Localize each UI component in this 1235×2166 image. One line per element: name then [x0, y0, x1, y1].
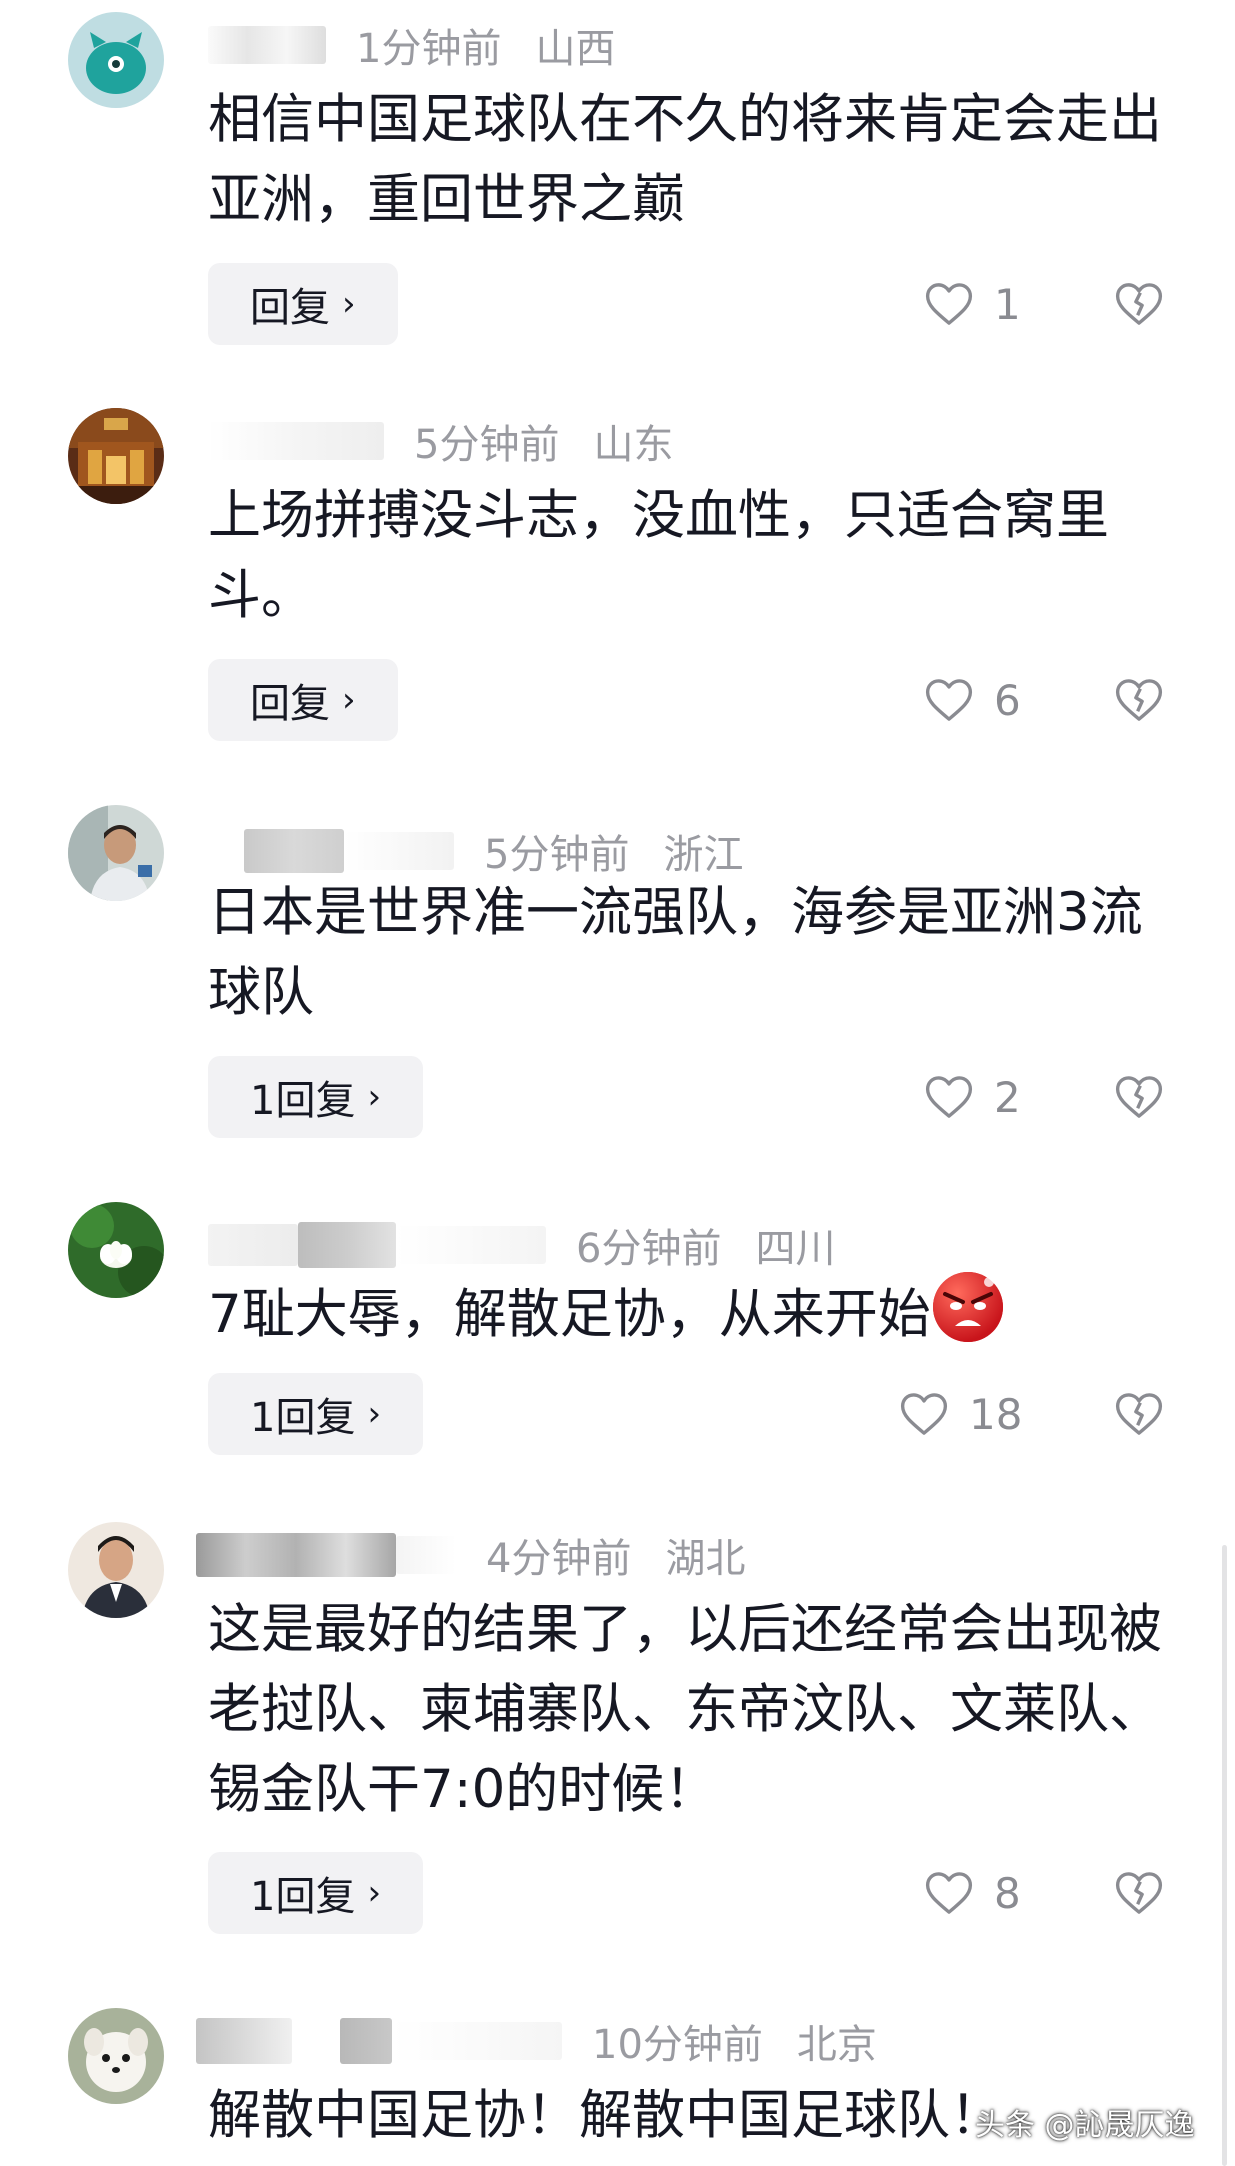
like-button[interactable]: 18 [897, 1387, 1022, 1441]
comment-text: 相信中国足球队在不久的将来肯定会走出亚洲，重回世界之巅 [208, 89, 1162, 230]
blurred-username[interactable] [208, 1224, 298, 1266]
comment-meta: 10分钟前 北京 [196, 2012, 877, 2070]
chevron-right-icon: › [367, 1873, 382, 1913]
reply-button[interactable]: 回复 › [208, 263, 398, 345]
like-button[interactable]: 1 [922, 277, 1021, 331]
comment-meta: 5分钟前 山东 [208, 412, 673, 470]
teal-monster-avatar[interactable] [68, 12, 164, 108]
comment-time: 1分钟前 [356, 26, 502, 72]
comment-region: 山东 [593, 422, 674, 468]
comment-time: 4分钟前 [486, 1536, 632, 1582]
reply-label: 1回复 [250, 1078, 356, 1124]
dislike-button[interactable] [1112, 1866, 1166, 1920]
dislike-button[interactable] [1112, 673, 1166, 727]
heart-outline-icon [925, 1076, 973, 1118]
comment-text: 上场拼搏没斗志，没血性，只适合窝里斗。 [208, 485, 1109, 626]
comment-region: 浙江 [663, 832, 744, 878]
chevron-right-icon: › [367, 1394, 382, 1434]
heart-outline-icon [925, 679, 973, 721]
like-count: 8 [994, 1868, 1021, 1918]
reply-label: 1回复 [250, 1395, 356, 1441]
comment-meta: 1分钟前 山西 [208, 16, 615, 74]
comment-text: 这是最好的结果了，以后还经常会出现被老挝队、柬埔寨队、东帝汶队、文莱队、锡金队干… [208, 1599, 1162, 1820]
watermark: 头条 @訫晟仄逸 [975, 2108, 1195, 2143]
blurred-username[interactable] [196, 2018, 292, 2064]
broken-heart-icon [1115, 1393, 1163, 1435]
blurred-username[interactable] [208, 422, 384, 460]
like-count: 2 [994, 1072, 1021, 1122]
comment-region: 北京 [796, 2022, 877, 2068]
dislike-button[interactable] [1112, 1070, 1166, 1124]
reply-label: 1回复 [250, 1874, 356, 1920]
reply-label: 回复 [250, 681, 330, 727]
like-count: 6 [994, 675, 1021, 725]
comment-region: 山西 [535, 26, 616, 72]
broken-heart-icon [1115, 1076, 1163, 1118]
comment-text-content: 7耻大辱，解散足协，从来开始 [208, 1284, 931, 1345]
heart-outline-icon [925, 283, 973, 325]
like-button[interactable]: 6 [922, 673, 1021, 727]
comment-text: 7耻大辱，解散足协，从来开始 [208, 1270, 1178, 1355]
lotus-flower-avatar[interactable] [68, 1202, 164, 1298]
chevron-right-icon: › [342, 284, 356, 324]
reply-button[interactable]: 回复 › [208, 659, 398, 741]
dislike-button[interactable] [1112, 1387, 1166, 1441]
like-button[interactable]: 8 [922, 1866, 1021, 1920]
palace-scene-avatar[interactable] [68, 408, 164, 504]
white-dog-avatar[interactable] [68, 2008, 164, 2104]
man-photo-avatar[interactable] [68, 805, 164, 901]
blurred-username[interactable] [208, 26, 326, 64]
chevron-right-icon: › [342, 680, 356, 720]
reply-button[interactable]: 1回复 › [208, 1373, 424, 1455]
broken-heart-icon [1115, 1872, 1163, 1914]
comment-meta: 5分钟前 浙江 [208, 822, 743, 880]
comment-time: 5分钟前 [484, 832, 630, 878]
chevron-right-icon: › [367, 1077, 382, 1117]
comment-region: 四川 [755, 1226, 836, 1272]
reply-button[interactable]: 1回复 › [208, 1056, 424, 1138]
like-count: 1 [994, 279, 1021, 329]
man-suit-avatar[interactable] [68, 1522, 164, 1618]
comment-meta: 6分钟前 四川 [208, 1216, 835, 1274]
scrollbar[interactable] [1222, 1545, 1227, 2166]
blurred-username[interactable] [244, 829, 344, 873]
heart-outline-icon [900, 1393, 948, 1435]
like-button[interactable]: 2 [922, 1070, 1021, 1124]
comment-region: 湖北 [665, 1536, 746, 1582]
blurred-username[interactable] [196, 1533, 396, 1577]
comment-text: 日本是世界准一流强队，海参是亚洲3流球队 [208, 882, 1143, 1023]
reply-label: 回复 [250, 285, 330, 331]
heart-outline-icon [925, 1872, 973, 1914]
reply-button[interactable]: 1回复 › [208, 1852, 424, 1934]
comment-meta: 4分钟前 湖北 [196, 1526, 746, 1584]
comment-time: 10分钟前 [592, 2022, 763, 2068]
broken-heart-icon [1115, 679, 1163, 721]
like-count: 18 [969, 1389, 1023, 1439]
angry-face-emoji [932, 1272, 1003, 1342]
dislike-button[interactable] [1112, 277, 1166, 331]
comment-time: 5分钟前 [414, 422, 560, 468]
comment-time: 6分钟前 [576, 1226, 722, 1272]
broken-heart-icon [1115, 283, 1163, 325]
